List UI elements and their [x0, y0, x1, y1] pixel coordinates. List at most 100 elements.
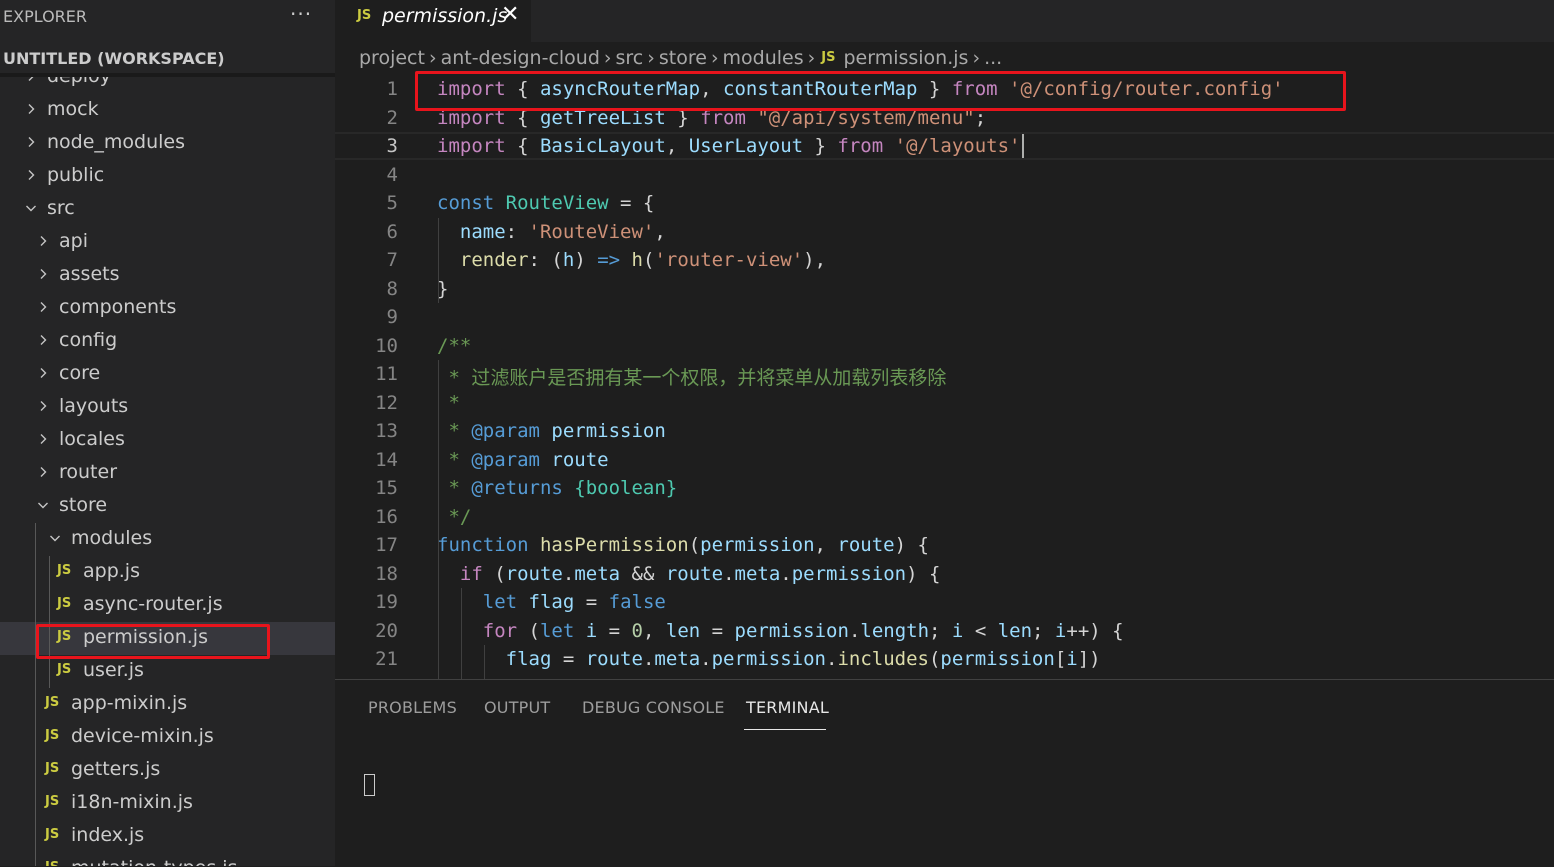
line-number: 5: [386, 192, 398, 214]
breadcrumb-item[interactable]: store: [659, 47, 707, 69]
terminal-cursor[interactable]: [364, 774, 375, 796]
chevron-down-icon[interactable]: [25, 202, 37, 214]
tab-output[interactable]: OUTPUT: [484, 698, 550, 717]
explorer-title: EXPLORER: [3, 7, 87, 26]
chevron-down-icon[interactable]: [37, 499, 49, 511]
chevron-right-icon[interactable]: [37, 301, 49, 313]
code-line[interactable]: 7 render: (h) => h('router-view'),: [335, 246, 1554, 274]
line-number: 2: [386, 106, 398, 129]
code-token: permission: [734, 619, 849, 642]
tree-folder[interactable]: public: [0, 160, 335, 193]
tree-item-label: device-mixin.js: [71, 725, 214, 747]
code-line[interactable]: 10 /**: [335, 332, 1554, 360]
code-token: =: [574, 591, 609, 613]
code-token: i: [1066, 648, 1078, 670]
tree-folder[interactable]: assets: [0, 259, 335, 292]
line-number: 19: [375, 591, 398, 613]
tab-permission-js[interactable]: JS permission.js ✕: [335, 0, 531, 42]
tree-file[interactable]: JS getters.js: [0, 754, 335, 787]
chevron-right-icon[interactable]: [25, 136, 37, 148]
code-line[interactable]: 16 */: [335, 503, 1554, 531]
ellipsis-icon[interactable]: ···: [290, 2, 312, 26]
code-text: *: [437, 392, 459, 414]
tab-problems[interactable]: PROBLEMS: [368, 698, 457, 717]
code-line[interactable]: 13 * @param permission: [335, 417, 1554, 445]
js-file-icon: JS: [821, 50, 836, 65]
chevron-right-icon[interactable]: [37, 235, 49, 247]
tree-file[interactable]: JS app.js: [0, 556, 335, 589]
chevron-right-icon[interactable]: [25, 103, 37, 115]
code-line[interactable]: 15 * @returns {boolean}: [335, 474, 1554, 502]
chevron-down-icon[interactable]: [49, 532, 61, 544]
tree-folder[interactable]: config: [0, 325, 335, 358]
code-token: len: [997, 619, 1033, 642]
code-line[interactable]: 8}: [335, 275, 1554, 303]
code-line[interactable]: 21 flag = route.meta.permission.includes…: [335, 645, 1554, 673]
tree-folder[interactable]: locales: [0, 424, 335, 457]
tree-folder[interactable]: modules: [0, 523, 335, 556]
chevron-right-icon[interactable]: [37, 466, 49, 478]
chevron-right-icon[interactable]: [37, 367, 49, 379]
tree-folder[interactable]: node_modules: [0, 127, 335, 160]
code-token: * 过滤账户是否拥有某一个权限，并将菜单从加载列表移除: [437, 367, 947, 389]
tree-file[interactable]: JS user.js: [0, 655, 335, 688]
code-line[interactable]: 20 for (let i = 0, len = permission.leng…: [335, 617, 1554, 645]
code-token: name: [459, 220, 506, 243]
code-text: /**: [437, 335, 471, 357]
breadcrumb-item[interactable]: ant-design-cloud: [441, 47, 600, 69]
tree-file[interactable]: JS i18n-mixin.js: [0, 787, 335, 820]
tab-debug-console[interactable]: DEBUG CONSOLE: [582, 698, 725, 717]
chevron-right-icon[interactable]: [37, 334, 49, 346]
code-line[interactable]: 4: [335, 161, 1554, 189]
breadcrumb-item[interactable]: project: [359, 47, 425, 69]
tree-file[interactable]: JS mutation-types.js: [0, 853, 335, 866]
chevron-right-icon[interactable]: [37, 400, 49, 412]
tree-folder[interactable]: router: [0, 457, 335, 490]
chevron-right-icon[interactable]: [37, 268, 49, 280]
code-line[interactable]: 19 let flag = false: [335, 588, 1554, 616]
code-line[interactable]: 12 *: [335, 389, 1554, 417]
code-line[interactable]: 14 * @param route: [335, 446, 1554, 474]
tree-folder[interactable]: store: [0, 490, 335, 523]
code-line[interactable]: 17 function hasPermission(permission, rou…: [335, 531, 1554, 559]
code-token: @returns: [471, 477, 563, 499]
tree-file[interactable]: JS async-router.js: [0, 589, 335, 622]
tree-item-label: store: [59, 494, 108, 516]
tree-folder[interactable]: api: [0, 226, 335, 259]
chevron-right-icon[interactable]: [25, 169, 37, 181]
code-editor[interactable]: 1 import { asyncRouterMap, constantRouter…: [335, 75, 1554, 679]
close-icon[interactable]: ✕: [501, 2, 519, 27]
code-line[interactable]: 3 import { BasicLayout, UserLayout } from…: [335, 132, 1554, 160]
chevron-right-icon: ›: [428, 47, 437, 69]
tab-terminal[interactable]: TERMINAL: [746, 698, 829, 717]
code-line[interactable]: 9: [335, 303, 1554, 331]
tree-file[interactable]: JS device-mixin.js: [0, 721, 335, 754]
tree-folder[interactable]: layouts: [0, 391, 335, 424]
tree-file[interactable]: JS app-mixin.js: [0, 688, 335, 721]
workspace-header[interactable]: UNTITLED (WORKSPACE): [0, 44, 335, 74]
breadcrumb-symbol[interactable]: ...: [984, 47, 1002, 69]
indent-guide: [35, 688, 36, 721]
code-token: *: [437, 477, 472, 499]
code-token: (: [688, 534, 701, 556]
tree-folder[interactable]: components: [0, 292, 335, 325]
explorer-sidebar: deploymocknode_modulespublicsrcapiassets…: [0, 0, 335, 866]
tree-file[interactable]: JS index.js: [0, 820, 335, 853]
breadcrumb-file[interactable]: permission.js: [843, 47, 968, 69]
code-line[interactable]: 5 const RouteView = {: [335, 189, 1554, 217]
chevron-right-icon: ›: [807, 47, 816, 69]
code-line[interactable]: 11 * 过滤账户是否拥有某一个权限，并将菜单从加载列表移除: [335, 360, 1554, 389]
chevron-right-icon[interactable]: [37, 433, 49, 445]
tree-folder[interactable]: mock: [0, 94, 335, 127]
breadcrumb-item[interactable]: modules: [723, 47, 804, 69]
code-line[interactable]: 6 name: 'RouteView',: [335, 218, 1554, 246]
tree-folder[interactable]: core: [0, 358, 335, 391]
tree-folder[interactable]: src: [0, 193, 335, 226]
tree-item-label: config: [59, 329, 118, 351]
breadcrumb-item[interactable]: src: [616, 47, 644, 69]
code-token: meta: [654, 648, 701, 670]
line-number: 1: [386, 78, 398, 100]
code-line[interactable]: 18 if (route.meta && route.meta.permissi…: [335, 560, 1554, 588]
